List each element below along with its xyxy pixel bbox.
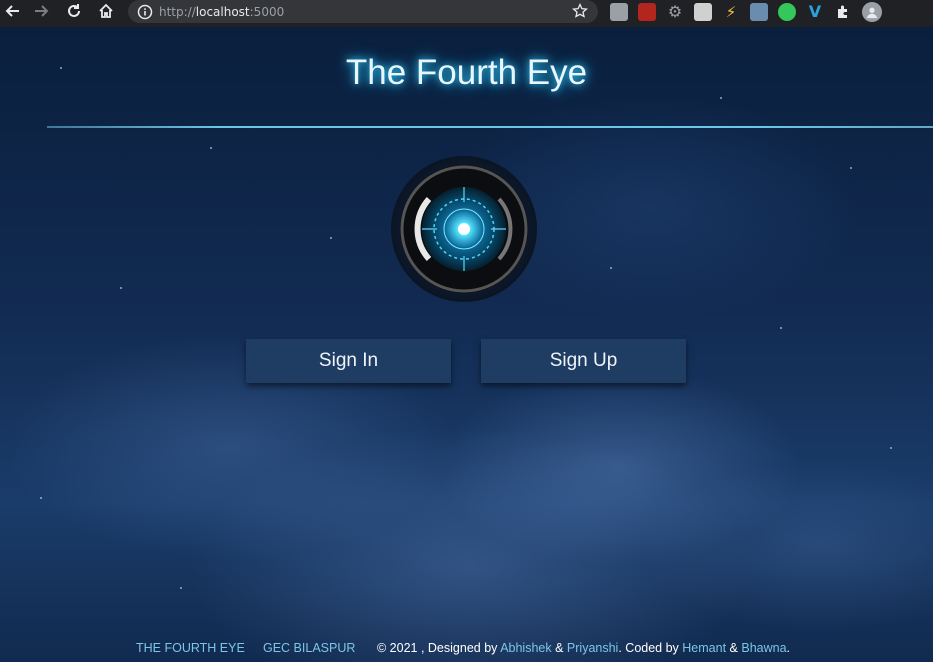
credit-prefix: © 2021 , Designed by	[377, 641, 501, 655]
url-scheme: http://	[159, 4, 196, 19]
ampersand: &	[726, 641, 742, 655]
gear-extension-icon[interactable]: ⚙	[666, 2, 684, 21]
star-dot	[890, 447, 892, 449]
footer-link-fourth-eye[interactable]: THE FOURTH EYE	[136, 641, 245, 655]
url-text: http://localhost:5000	[159, 5, 284, 19]
coder-link-hemant[interactable]: Hemant	[682, 641, 726, 655]
star-dot	[330, 237, 332, 239]
extension-icon-1[interactable]	[610, 2, 628, 21]
star-dot	[180, 587, 182, 589]
star-dot	[40, 497, 42, 499]
star-dot	[120, 287, 122, 289]
extensions-icon[interactable]	[834, 3, 852, 21]
page-background: The Fourth Eye Sign In Sign Up THE FOURT…	[0, 27, 933, 662]
footer-credits: © 2021 , Designed by Abhishek & Priyansh…	[377, 641, 790, 655]
star-dot	[780, 327, 782, 329]
star-icon[interactable]	[572, 2, 588, 19]
back-arrow-icon[interactable]	[2, 0, 24, 22]
designer-link-abhishek[interactable]: Abhishek	[500, 641, 551, 655]
star-dot	[610, 267, 612, 269]
coder-link-bhawna[interactable]: Bhawna	[741, 641, 786, 655]
lightning-extension-icon[interactable]: ⚡	[722, 3, 740, 21]
extension-icon-2[interactable]	[638, 2, 656, 21]
address-bar[interactable]: http://localhost:5000	[128, 0, 598, 23]
browser-toolbar: http://localhost:5000 ⚙ ⚡ V	[0, 0, 933, 27]
star-dot	[720, 97, 722, 99]
url-port: :5000	[249, 4, 285, 19]
extension-icon-4[interactable]	[694, 2, 712, 21]
reload-icon[interactable]	[63, 0, 85, 22]
url-host: localhost	[195, 4, 250, 19]
home-icon[interactable]	[95, 0, 117, 22]
forward-arrow-icon[interactable]	[30, 0, 52, 22]
sign-in-button[interactable]: Sign In	[246, 339, 451, 383]
footer-link-gec-bilaspur[interactable]: GEC BILASPUR	[263, 641, 355, 655]
coded-by-text: . Coded by	[618, 641, 683, 655]
star-dot	[210, 147, 212, 149]
ampersand: &	[551, 641, 567, 655]
title-divider	[47, 126, 933, 128]
page-title: The Fourth Eye	[345, 53, 588, 92]
v-extension-icon[interactable]: V	[806, 2, 824, 21]
eye-extension-icon[interactable]	[778, 2, 796, 21]
info-icon[interactable]	[137, 4, 153, 20]
star-dot	[850, 167, 852, 169]
footer: THE FOURTH EYE GEC BILASPUR © 2021 , Des…	[0, 639, 933, 657]
profile-icon[interactable]	[862, 1, 882, 22]
designer-link-priyanshi[interactable]: Priyanshi	[567, 641, 618, 655]
extension-bar: ⚙ ⚡ V	[610, 0, 882, 23]
credit-end: .	[786, 641, 791, 655]
sign-up-button[interactable]: Sign Up	[481, 339, 686, 383]
extension-icon-6[interactable]	[750, 2, 768, 21]
eye-logo	[389, 154, 539, 304]
